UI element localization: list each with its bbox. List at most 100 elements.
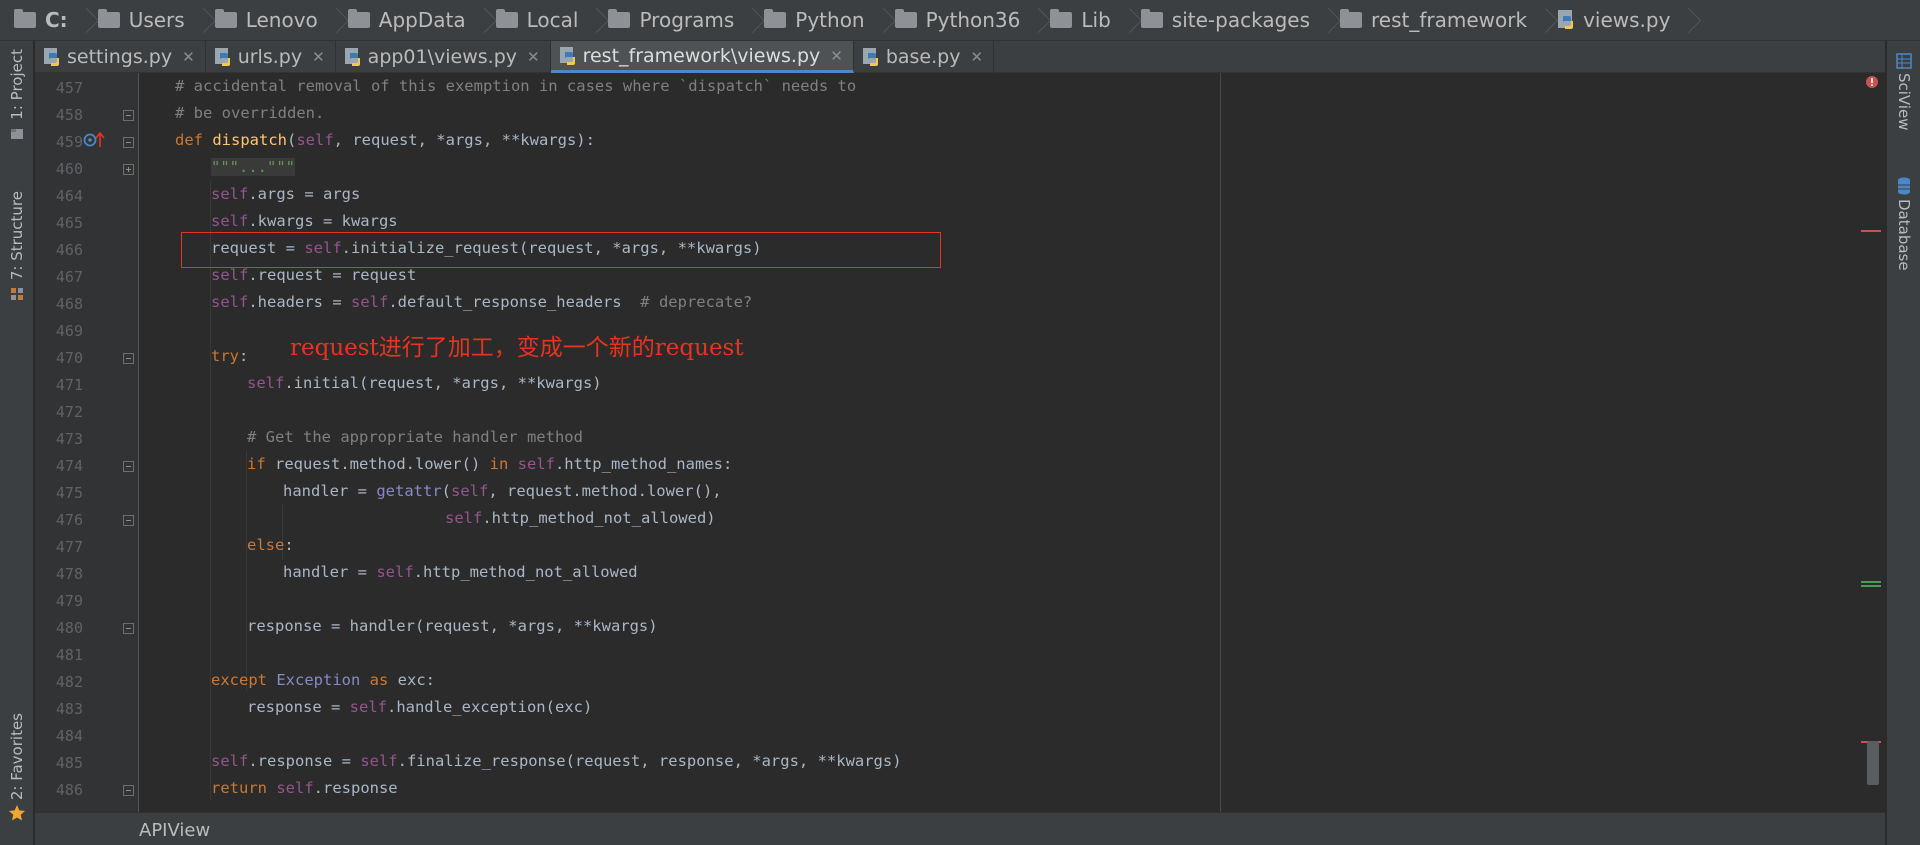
code-line-477: else: (247, 536, 294, 554)
error-stripe[interactable] (1861, 73, 1885, 812)
folder-icon (495, 9, 518, 28)
line-number: 468 (55, 295, 83, 313)
annotation-text: request进行了加工，变成一个新的request (290, 335, 744, 361)
code-line-480: response = handler(request, *args, **kwa… (247, 617, 658, 635)
tab-app01-views-py[interactable]: app01\views.py ✕ (336, 41, 551, 73)
line-number: 471 (55, 376, 83, 394)
code-line-483: response = self.handle_exception(exc) (247, 698, 593, 716)
folder-icon (608, 9, 631, 28)
code-line-465: self.kwargs = kwargs (211, 212, 398, 230)
right-tool-stripe: SciView Database (1886, 41, 1920, 845)
line-number: 477 (55, 538, 83, 556)
line-number: 457 (55, 79, 83, 97)
breadcrumb-item[interactable]: Local (495, 0, 585, 41)
code-line-460-folded-docstring[interactable]: """...""" (211, 158, 295, 176)
breadcrumb-item[interactable]: Python (764, 0, 870, 41)
tab-base-py[interactable]: base.py ✕ (854, 41, 995, 73)
tool-tab-favorites[interactable]: 2: Favorites (0, 713, 34, 822)
close-icon[interactable]: ✕ (312, 48, 325, 66)
error-indicator-icon[interactable] (1865, 75, 1879, 89)
close-icon[interactable]: ✕ (182, 48, 195, 66)
change-marker[interactable] (1861, 585, 1881, 587)
error-marker[interactable] (1861, 230, 1881, 232)
line-number: 483 (55, 700, 83, 718)
code-line-464: self.args = args (211, 185, 361, 203)
code-line-457: # accidental removal of this exemption i… (175, 77, 857, 95)
folder-icon (347, 9, 370, 28)
code-line-468: self.headers = self.default_response_hea… (211, 293, 753, 311)
line-number: 460 (55, 160, 83, 178)
code-context-label[interactable]: APIView (139, 820, 210, 841)
fold-marker[interactable] (123, 353, 134, 364)
breadcrumb-separator (1533, 0, 1547, 41)
tool-tab-sciview[interactable]: SciView (1887, 53, 1920, 131)
folder-icon (894, 9, 917, 28)
line-number: 459 (55, 133, 83, 151)
close-icon[interactable]: ✕ (830, 47, 843, 65)
line-number: 465 (55, 214, 83, 232)
fold-marker[interactable] (123, 461, 134, 472)
code-line-485: self.response = self.finalize_response(r… (211, 752, 902, 770)
fold-marker[interactable] (123, 785, 134, 796)
line-number: 476 (55, 511, 83, 529)
line-number: 479 (55, 592, 83, 610)
code-line-467: self.request = request (211, 266, 417, 284)
line-number: 478 (55, 565, 83, 583)
breadcrumb-item-drive[interactable]: C: (14, 0, 74, 41)
tool-tab-project[interactable]: 1: Project (0, 49, 34, 142)
line-number: 473 (55, 430, 83, 448)
breadcrumb-item[interactable]: Lenovo (214, 0, 324, 41)
breadcrumb-item[interactable]: Programs (608, 0, 740, 41)
tab-settings-py[interactable]: settings.py ✕ (35, 41, 206, 73)
folder-icon (97, 9, 120, 28)
line-number: 458 (55, 106, 83, 124)
override-method-icon[interactable] (83, 130, 107, 150)
breadcrumb-item[interactable]: Lib (1050, 0, 1116, 41)
code-line-475: handler = getattr(self, request.method.l… (283, 482, 722, 500)
tool-tab-structure[interactable]: 7: Structure (0, 191, 34, 302)
python-file-icon (559, 46, 575, 65)
code-line-482: except Exception as exc: (211, 671, 435, 689)
breadcrumb-item[interactable]: rest_framework (1340, 0, 1533, 41)
line-number: 484 (55, 727, 83, 745)
breadcrumb-item[interactable]: site-packages (1140, 0, 1316, 41)
fold-marker[interactable] (123, 137, 134, 148)
right-margin-guide (1220, 73, 1221, 812)
line-number: 474 (55, 457, 83, 475)
indent-guide (246, 451, 247, 691)
tool-tab-database[interactable]: Database (1887, 177, 1920, 271)
code-line-486: return self.response (211, 779, 398, 797)
code-line-459: def dispatch(self, request, *args, **kwa… (175, 131, 595, 149)
code-editor[interactable]: 457 458 459 460 464 465 466 467 468 469 … (35, 73, 1885, 812)
folder-icon (214, 9, 237, 28)
folder-icon (1340, 9, 1362, 28)
breadcrumb-item-file[interactable]: views.py (1557, 0, 1676, 41)
folder-icon (1140, 9, 1163, 28)
sciview-icon (1896, 53, 1912, 69)
python-file-icon (44, 48, 59, 66)
change-marker[interactable] (1861, 581, 1881, 583)
breadcrumb-item[interactable]: Users (97, 0, 191, 41)
project-icon (11, 128, 23, 139)
line-number: 482 (55, 673, 83, 691)
folder-icon (764, 9, 787, 28)
line-number: 480 (55, 619, 83, 637)
tab-urls-py[interactable]: urls.py ✕ (206, 41, 336, 73)
line-number: 472 (55, 403, 83, 421)
fold-marker[interactable] (123, 515, 134, 526)
fold-marker[interactable] (123, 110, 134, 121)
fold-expand-icon[interactable] (123, 164, 134, 175)
tab-rest-framework-views-py[interactable]: rest_framework\views.py ✕ (550, 41, 854, 73)
database-icon (1898, 177, 1910, 195)
breadcrumb-item[interactable]: Python36 (894, 0, 1027, 41)
close-icon[interactable]: ✕ (970, 48, 983, 66)
close-icon[interactable]: ✕ (527, 48, 540, 66)
code-line-476: self.http_method_not_allowed) (445, 509, 716, 527)
code-line-473: # Get the appropriate handler method (247, 428, 583, 446)
scrollbar-thumb[interactable] (1867, 741, 1879, 785)
breadcrumb-separator (1026, 0, 1040, 41)
code-line-474: if request.method.lower() in self.http_m… (247, 455, 733, 473)
fold-marker[interactable] (123, 623, 134, 634)
breadcrumb-item[interactable]: AppData (347, 0, 472, 41)
folder-icon (14, 9, 36, 28)
